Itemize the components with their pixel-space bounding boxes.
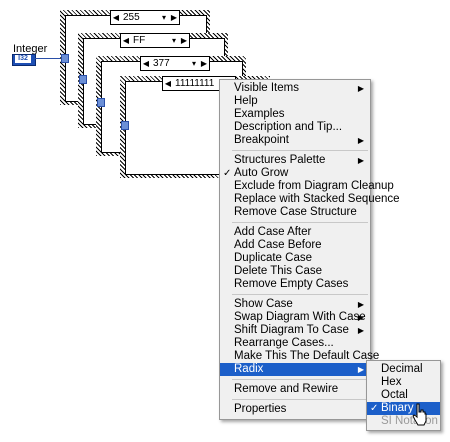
case-selector-tunnel-1[interactable] — [61, 54, 69, 63]
dropdown-arrow-icon[interactable]: ▾ — [189, 57, 199, 70]
case-selector-value: 255 — [123, 12, 140, 23]
next-case-arrow-icon[interactable]: ▶ — [199, 57, 209, 70]
menu-item-remove-and-rewire[interactable]: Remove and Rewire — [220, 383, 370, 396]
wire[interactable] — [35, 58, 62, 59]
case-selector-value: 377 — [153, 58, 170, 69]
menu-item-label: Remove Case Structure — [234, 206, 357, 218]
menu-item-add-case-before[interactable]: Add Case Before — [220, 239, 370, 252]
menu-item-label: Auto Grow — [234, 167, 289, 179]
menu-item-label: Duplicate Case — [234, 252, 312, 264]
menu-item-examples[interactable]: Examples — [220, 108, 370, 121]
menu-item-label: Structures Palette — [234, 154, 326, 166]
checkmark-icon: ✓ — [223, 168, 232, 179]
submenu-arrow-icon: ▶ — [357, 156, 364, 165]
menu-item-rearrange-cases[interactable]: Rearrange Cases... — [220, 337, 370, 350]
menu-item-label: Replace with Stacked Sequence — [234, 193, 400, 205]
menu-item-label: Help — [234, 95, 258, 107]
prev-case-arrow-icon[interactable]: ◀ — [163, 77, 173, 90]
menu-item-add-case-after[interactable]: Add Case After — [220, 226, 370, 239]
submenu-arrow-icon: ▶ — [357, 365, 364, 374]
dropdown-arrow-icon[interactable]: ▾ — [169, 34, 179, 47]
menu-item-label: Properties — [234, 403, 287, 415]
menu-item-remove-case-structure[interactable]: Remove Case Structure — [220, 206, 370, 219]
prev-case-arrow-icon[interactable]: ◀ — [121, 34, 131, 47]
menu-item-label: Remove and Rewire — [234, 383, 339, 395]
menu-item-shift-diagram-to-case[interactable]: Shift Diagram To Case ▶ — [220, 324, 370, 337]
radix-submenu[interactable]: Decimal Hex Octal ✓ Binary SI Notation — [366, 360, 441, 431]
prev-case-arrow-icon[interactable]: ◀ — [111, 11, 121, 24]
menu-separator — [232, 379, 368, 380]
case-selector-value: FF — [133, 35, 146, 46]
submenu-arrow-icon: ▶ — [357, 136, 364, 145]
menu-item-radix[interactable]: Radix ▶ — [220, 363, 370, 376]
terminal-type-badge: I32 — [15, 55, 31, 63]
menu-item-label: Octal — [381, 389, 408, 401]
menu-item-properties[interactable]: Properties — [220, 403, 370, 416]
next-case-arrow-icon[interactable]: ▶ — [169, 11, 179, 24]
submenu-arrow-icon: ▶ — [357, 313, 364, 322]
menu-item-label: Hex — [381, 376, 402, 388]
menu-separator — [232, 222, 368, 223]
menu-item-label: Shift Diagram To Case — [234, 324, 349, 336]
menu-item-make-this-the-default-case[interactable]: Make This The Default Case — [220, 350, 379, 363]
menu-item-label: Breakpoint — [234, 134, 289, 146]
context-menu[interactable]: Visible Items ▶ Help Examples Description an… — [219, 79, 400, 420]
submenu-arrow-icon: ▶ — [357, 326, 364, 335]
case-selector-tunnel-4[interactable] — [121, 121, 129, 130]
menu-item-label: Add Case Before — [234, 239, 322, 251]
menu-item-swap-diagram-with-case[interactable]: Swap Diagram With Case ▶ — [220, 311, 370, 324]
menu-item-replace-with-stacked-sequence[interactable]: Replace with Stacked Sequence — [220, 193, 400, 206]
menu-item-label: Radix — [234, 363, 264, 375]
menu-item-label: Rearrange Cases... — [234, 337, 334, 349]
case-selector-tunnel-2[interactable] — [79, 75, 87, 84]
menu-item-breakpoint[interactable]: Breakpoint ▶ — [220, 134, 370, 147]
menu-item-label: Swap Diagram With Case — [234, 311, 366, 323]
menu-item-label: Description and Tip... — [234, 121, 343, 133]
menu-separator — [232, 399, 368, 400]
menu-separator — [232, 294, 368, 295]
menu-item-auto-grow[interactable]: ✓ Auto Grow — [220, 167, 370, 180]
case-selector-1[interactable]: ◀ 255 ▾ ▶ — [110, 10, 180, 25]
menu-item-decimal[interactable]: Decimal — [367, 363, 440, 376]
menu-item-duplicate-case[interactable]: Duplicate Case — [220, 252, 370, 265]
case-selector-2[interactable]: ◀ FF ▾ ▶ — [120, 33, 190, 48]
menu-item-label: Examples — [234, 108, 285, 120]
mouse-cursor-icon — [412, 403, 427, 426]
menu-item-label: Visible Items — [234, 82, 299, 94]
submenu-arrow-icon: ▶ — [357, 84, 364, 93]
menu-item-remove-empty-cases[interactable]: Remove Empty Cases — [220, 278, 370, 291]
checkmark-icon: ✓ — [370, 403, 379, 414]
menu-item-delete-this-case[interactable]: Delete This Case — [220, 265, 370, 278]
menu-item-help[interactable]: Help — [220, 95, 370, 108]
prev-case-arrow-icon[interactable]: ◀ — [141, 57, 151, 70]
menu-item-label: SI Notation — [381, 415, 438, 427]
menu-item-structures-palette[interactable]: Structures Palette ▶ — [220, 154, 370, 167]
menu-item-label: Make This The Default Case — [234, 350, 380, 362]
menu-item-visible-items[interactable]: Visible Items ▶ — [220, 82, 370, 95]
submenu-arrow-icon: ▶ — [357, 300, 364, 309]
menu-separator — [232, 150, 368, 151]
menu-item-description-and-tip[interactable]: Description and Tip... — [220, 121, 370, 134]
menu-item-label: Exclude from Diagram Cleanup — [234, 180, 394, 192]
menu-item-label: Remove Empty Cases — [234, 278, 349, 290]
menu-item-octal[interactable]: Octal — [367, 389, 440, 402]
menu-item-exclude-from-diagram-cleanup[interactable]: Exclude from Diagram Cleanup — [220, 180, 394, 193]
menu-item-show-case[interactable]: Show Case ▶ — [220, 298, 370, 311]
menu-item-label: Binary — [381, 402, 414, 414]
menu-item-label: Decimal — [381, 363, 423, 375]
menu-item-hex[interactable]: Hex — [367, 376, 440, 389]
menu-item-binary[interactable]: ✓ Binary — [367, 402, 440, 415]
dropdown-arrow-icon[interactable]: ▾ — [159, 11, 169, 24]
case-selector-3[interactable]: ◀ 377 ▾ ▶ — [140, 56, 210, 71]
menu-item-label: Delete This Case — [234, 265, 322, 277]
menu-item-label: Show Case — [234, 298, 293, 310]
next-case-arrow-icon[interactable]: ▶ — [179, 34, 189, 47]
menu-item-si-notation: SI Notation — [367, 415, 440, 428]
case-selector-tunnel-3[interactable] — [97, 98, 105, 107]
menu-item-label: Add Case After — [234, 226, 312, 238]
